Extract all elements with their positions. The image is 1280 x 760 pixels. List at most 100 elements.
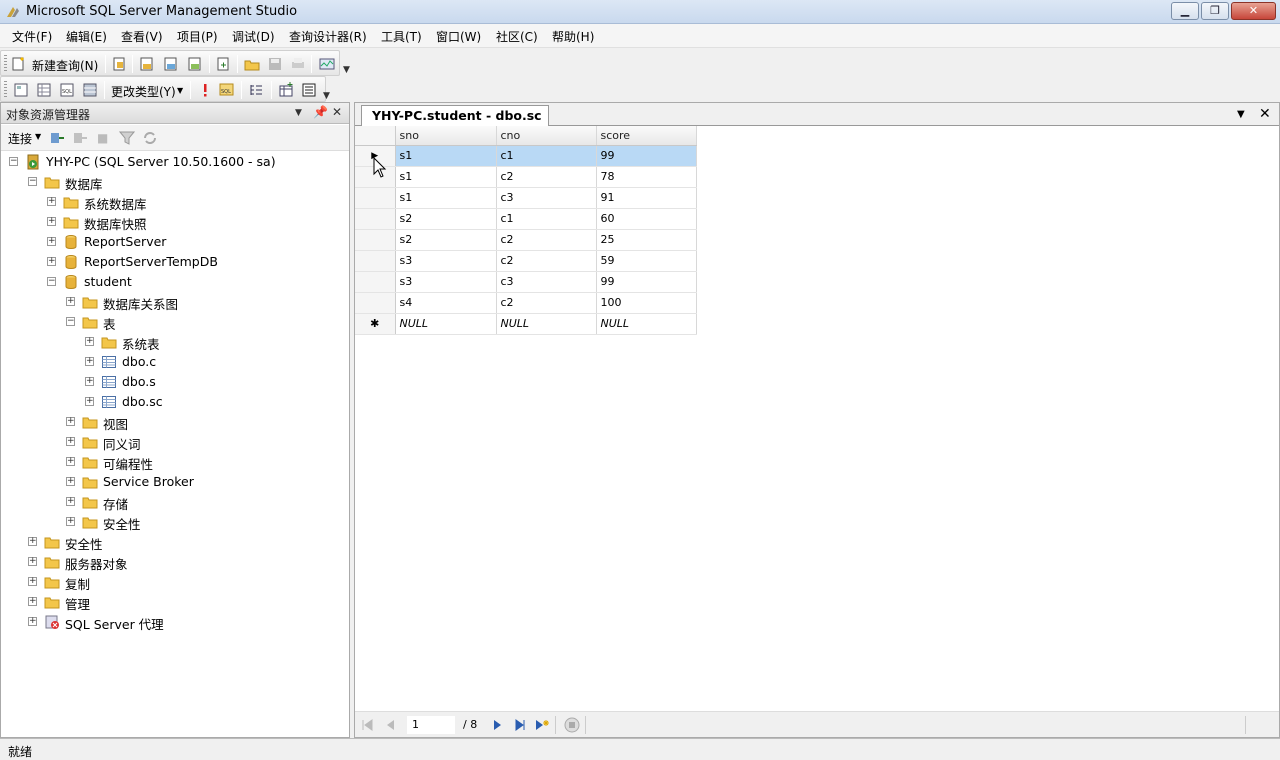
row-selector[interactable]: ✱ — [355, 313, 396, 335]
close-panel-icon[interactable]: ✕ — [332, 105, 342, 119]
show-diagram-pane-icon[interactable] — [13, 82, 29, 98]
analysis-query-icon[interactable] — [163, 56, 179, 72]
cell-cno[interactable]: c1 — [496, 208, 597, 230]
expand-icon[interactable]: + — [66, 417, 75, 426]
toolbar-overflow-icon[interactable]: ▼ — [323, 91, 330, 101]
menu-tools[interactable]: 工具(T) — [381, 28, 422, 45]
previous-record-icon[interactable] — [383, 717, 399, 733]
expand-icon[interactable]: + — [47, 257, 56, 266]
cell-sno[interactable]: s2 — [395, 208, 497, 230]
column-header-sno[interactable]: sno — [395, 126, 497, 146]
current-record-input[interactable]: 1 — [407, 716, 455, 734]
cell-cno[interactable]: c2 — [496, 292, 597, 314]
expand-icon[interactable]: + — [47, 217, 56, 226]
menu-view[interactable]: 查看(V) — [121, 28, 163, 45]
cell-score[interactable]: 60 — [596, 208, 697, 230]
group-by-icon[interactable] — [248, 82, 264, 98]
cell-score[interactable]: NULL — [596, 313, 697, 335]
filter-icon[interactable] — [119, 130, 135, 146]
show-results-pane-icon[interactable] — [82, 82, 98, 98]
mdx-query-icon[interactable] — [187, 56, 203, 72]
expand-icon[interactable]: + — [47, 197, 56, 206]
expand-icon[interactable]: + — [85, 357, 94, 366]
connect-object-explorer-icon[interactable] — [49, 130, 65, 146]
show-criteria-pane-icon[interactable] — [36, 82, 52, 98]
expand-icon[interactable]: + — [85, 337, 94, 346]
table-row[interactable]: s1 c2 78 — [355, 166, 697, 188]
cell-score[interactable]: 78 — [596, 166, 697, 188]
execute-sql-icon[interactable] — [197, 82, 213, 98]
cell-sno[interactable]: s4 — [395, 292, 497, 314]
collapse-icon[interactable]: − — [9, 157, 18, 166]
collapse-icon[interactable]: − — [28, 177, 37, 186]
row-selector[interactable] — [355, 208, 396, 230]
close-document-icon[interactable]: ✕ — [1259, 106, 1271, 122]
minimize-button[interactable]: ▁ — [1171, 2, 1199, 20]
row-selector[interactable] — [355, 271, 396, 293]
menu-edit[interactable]: 编辑(E) — [66, 28, 107, 45]
table-row[interactable]: s1 c3 91 — [355, 187, 697, 209]
document-tab[interactable]: YHY-PC.student - dbo.sc — [361, 105, 549, 126]
cell-score[interactable]: 100 — [596, 292, 697, 314]
expand-icon[interactable]: + — [28, 597, 37, 606]
refresh-icon[interactable] — [142, 130, 158, 146]
cell-score[interactable]: 99 — [596, 145, 697, 167]
cell-cno[interactable]: c2 — [496, 166, 597, 188]
menu-file[interactable]: 文件(F) — [12, 28, 52, 45]
cell-score[interactable]: 91 — [596, 187, 697, 209]
activity-monitor-icon[interactable] — [319, 56, 335, 72]
expand-icon[interactable]: + — [66, 297, 75, 306]
expand-icon[interactable]: + — [28, 537, 37, 546]
disconnect-icon[interactable] — [72, 130, 88, 146]
stop-icon[interactable]: ■ — [97, 131, 108, 145]
menu-query-designer[interactable]: 查询设计器(R) — [289, 28, 367, 45]
stop-execution-icon[interactable] — [564, 717, 580, 733]
cell-cno[interactable]: c3 — [496, 271, 597, 293]
tab-list-chevron-icon[interactable]: ▼ — [1237, 109, 1245, 120]
menu-window[interactable]: 窗口(W) — [436, 28, 481, 45]
row-selector-header[interactable] — [355, 126, 396, 146]
verify-sql-icon[interactable]: SQL — [219, 82, 235, 98]
row-selector[interactable] — [355, 292, 396, 314]
open-file-icon[interactable] — [244, 56, 260, 72]
table-row[interactable]: s3 c3 99 — [355, 271, 697, 293]
show-sql-pane-icon[interactable]: SQL — [59, 82, 75, 98]
cell-sno[interactable]: s3 — [395, 250, 497, 272]
cell-sno[interactable]: s1 — [395, 187, 497, 209]
cell-score[interactable]: 25 — [596, 229, 697, 251]
cell-sno[interactable]: NULL — [395, 313, 497, 335]
next-record-icon[interactable] — [489, 717, 505, 733]
expand-icon[interactable]: + — [47, 237, 56, 246]
table-row[interactable]: s3 c2 59 — [355, 250, 697, 272]
new-row[interactable]: ✱ NULL NULL NULL — [355, 313, 697, 335]
expand-icon[interactable]: + — [66, 497, 75, 506]
expand-icon[interactable]: + — [28, 577, 37, 586]
connect-dropdown-icon[interactable]: ▼ — [35, 132, 41, 141]
new-record-icon[interactable] — [534, 717, 550, 733]
expand-icon[interactable]: + — [66, 517, 75, 526]
expand-icon[interactable]: + — [66, 457, 75, 466]
menu-project[interactable]: 项目(P) — [177, 28, 218, 45]
new-query-button[interactable]: 新建查询(N) — [32, 57, 98, 74]
cell-cno[interactable]: NULL — [496, 313, 597, 335]
toolbar-grip[interactable] — [4, 81, 7, 99]
table-row[interactable]: ▶ s1 c1 99 — [355, 145, 697, 167]
cell-cno[interactable]: c2 — [496, 250, 597, 272]
collapse-icon[interactable]: − — [66, 317, 75, 326]
last-record-icon[interactable] — [512, 717, 528, 733]
row-selector[interactable] — [355, 229, 396, 251]
change-type-dropdown[interactable]: 更改类型(Y) — [111, 83, 176, 100]
menu-debug[interactable]: 调试(D) — [232, 28, 275, 45]
add-table-icon[interactable] — [278, 82, 294, 98]
cell-sno[interactable]: s1 — [395, 145, 497, 167]
save-icon[interactable] — [267, 56, 283, 72]
new-file-icon[interactable] — [111, 56, 127, 72]
cell-score[interactable]: 99 — [596, 271, 697, 293]
add-file-icon[interactable] — [215, 56, 231, 72]
table-row[interactable]: s4 c2 100 — [355, 292, 697, 314]
cell-cno[interactable]: c1 — [496, 145, 597, 167]
database-engine-query-icon[interactable] — [139, 56, 155, 72]
collapse-icon[interactable]: − — [47, 277, 56, 286]
table-row[interactable]: s2 c1 60 — [355, 208, 697, 230]
menu-help[interactable]: 帮助(H) — [552, 28, 594, 45]
